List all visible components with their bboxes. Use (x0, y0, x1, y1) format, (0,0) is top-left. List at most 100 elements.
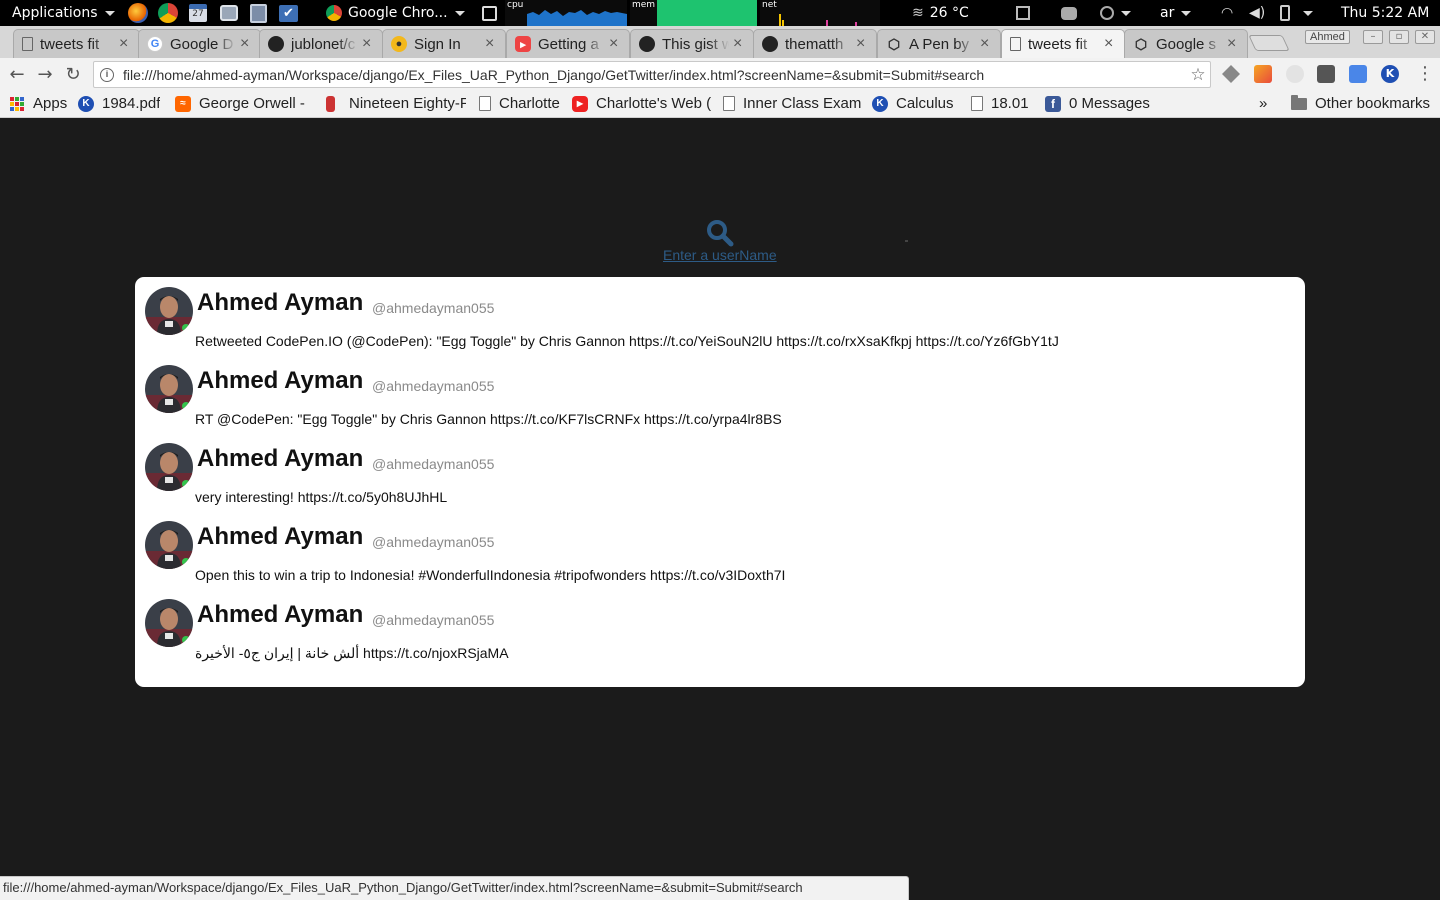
extension-diamond-icon[interactable] (1222, 65, 1240, 83)
forward-button[interactable]: → (34, 63, 56, 85)
puzzle-icon (1061, 6, 1077, 20)
bookmark-label: Charlotte's Web ( (596, 95, 712, 112)
page-icon (22, 37, 33, 51)
calendar-icon: 27 (189, 4, 207, 22)
bookmark-label: 1984.pdf (102, 95, 161, 112)
reload-button[interactable]: ↻ (62, 63, 84, 85)
document-icon (723, 96, 735, 111)
bookmark-18-01[interactable]: 18.01 (971, 90, 1029, 117)
bookmark-label: Nineteen Eighty-F (349, 95, 466, 112)
disk-launcher[interactable] (250, 0, 267, 26)
tab-thematth[interactable]: thematth × (753, 29, 877, 58)
bookmark-inner-class[interactable]: Inner Class Examp (723, 90, 861, 117)
folder-icon (1291, 94, 1307, 110)
close-icon[interactable]: × (240, 36, 252, 52)
applications-menu[interactable]: Applications (12, 0, 115, 26)
new-tab-button[interactable] (1248, 35, 1290, 51)
extension-orange-icon[interactable] (1254, 65, 1272, 83)
back-button[interactable]: ← (6, 63, 28, 85)
tweet-author-name: Ahmed Ayman (197, 523, 364, 550)
double-chevron-icon: » (1259, 95, 1268, 112)
system-monitor-button[interactable] (482, 0, 497, 26)
tab-tweets-fit-active[interactable]: tweets fit × (1001, 29, 1125, 58)
tweet-author-name: Ahmed Ayman (197, 367, 364, 394)
maximize-button[interactable]: ▫ (1389, 30, 1409, 44)
battery-indicator[interactable] (1280, 0, 1313, 26)
tweet-author-handle: @ahmedayman055 (372, 378, 495, 394)
search-icon-graphic (707, 220, 734, 247)
todo-launcher[interactable]: ✔ (279, 0, 298, 26)
tab-sign-in[interactable]: ● Sign In × (382, 29, 506, 58)
tab-a-pen-by[interactable]: ⬡ A Pen by × (877, 29, 1001, 58)
presence-menu[interactable] (1100, 0, 1131, 26)
disk-icon (250, 3, 267, 23)
tab-getting-a[interactable]: ▸ Getting a × (506, 29, 630, 58)
clock[interactable]: Thu 5:22 AM (1341, 0, 1429, 26)
extension-dark-icon[interactable] (1317, 65, 1335, 83)
tab-tweets-fit-1[interactable]: tweets fit × (13, 29, 140, 58)
chrome-launcher[interactable] (158, 0, 178, 26)
bookmark-star-icon[interactable]: ☆ (1186, 65, 1210, 85)
avatar[interactable] (145, 365, 193, 413)
chrome-menu-icon[interactable]: ⋮ (1416, 64, 1434, 84)
extension-gray-icon[interactable] (1286, 65, 1304, 83)
window-list-button[interactable]: Google Chro... (326, 0, 465, 26)
tab-jublonet[interactable]: jublonet/c × (259, 29, 383, 58)
chrome-icon (326, 5, 342, 21)
enter-username-link[interactable]: Enter a userName (663, 247, 777, 263)
close-icon[interactable]: × (609, 36, 621, 52)
avatar[interactable] (145, 443, 193, 491)
bookmark-george-orwell[interactable]: ≈ George Orwell - (175, 90, 305, 117)
close-icon[interactable]: × (119, 36, 131, 52)
close-icon[interactable]: × (1104, 36, 1116, 52)
tab-this-gist[interactable]: This gist w × (630, 29, 754, 58)
firefox-launcher[interactable] (128, 0, 148, 26)
profile-button[interactable]: Ahmed (1305, 30, 1350, 44)
arrow-right-icon: → (37, 63, 53, 85)
keyboard-layout-menu[interactable]: ar (1160, 0, 1192, 26)
bookmarks-overflow-button[interactable]: » (1259, 90, 1267, 117)
bookmark-nineteen-eighty[interactable]: Nineteen Eighty-F (326, 90, 466, 117)
workspace-indicator[interactable] (1016, 0, 1030, 26)
bookmark-apps[interactable]: Apps (10, 90, 67, 117)
extensions-indicator[interactable] (1061, 0, 1077, 26)
other-bookmarks-folder[interactable]: Other bookmarks (1291, 90, 1430, 117)
close-icon[interactable]: × (362, 36, 374, 52)
tab-title: Google D (170, 35, 234, 53)
volume-indicator[interactable]: ◀) (1249, 0, 1265, 26)
wifi-indicator[interactable]: ◠ (1221, 0, 1233, 26)
document-icon (971, 96, 983, 111)
bookmark-messages[interactable]: f 0 Messages (1045, 90, 1150, 117)
bookmark-charlotte[interactable]: Charlotte (479, 90, 560, 117)
info-icon[interactable]: i (100, 67, 114, 82)
address-bar[interactable]: i file:///home/ahmed-ayman/Workspace/dja… (93, 61, 1211, 88)
close-window-button[interactable]: ✕ (1415, 30, 1435, 44)
tab-google-docs[interactable]: G Google D × (138, 29, 261, 58)
translate-icon[interactable] (1349, 65, 1367, 83)
close-icon[interactable]: × (980, 36, 992, 52)
close-icon[interactable]: × (856, 36, 868, 52)
calendar-launcher[interactable]: 27 (189, 0, 207, 26)
tab-google-s[interactable]: ⬡ Google s × (1124, 29, 1248, 58)
apps-grid-icon (10, 96, 24, 111)
screenshot-launcher[interactable] (220, 0, 238, 26)
avatar[interactable] (145, 287, 193, 335)
bookmark-charlottes-web[interactable]: ▶ Charlotte's Web ( (572, 90, 711, 117)
url-text[interactable]: file:///home/ahmed-ayman/Workspace/djang… (123, 67, 1186, 83)
workspace-icon (1016, 6, 1030, 20)
tweet-author-name: Ahmed Ayman (197, 289, 364, 316)
reload-icon: ↻ (65, 63, 81, 85)
close-icon[interactable]: × (485, 36, 497, 52)
k-extension-icon[interactable]: K (1381, 65, 1399, 83)
bookmark-calculus[interactable]: K Calculus (872, 90, 954, 117)
avatar[interactable] (145, 599, 193, 647)
bookmark-1984-pdf[interactable]: K 1984.pdf (78, 90, 160, 117)
close-icon[interactable]: × (733, 36, 745, 52)
weather-indicator[interactable]: ≋ 26 °C (912, 0, 969, 26)
minimize-button[interactable]: – (1363, 30, 1383, 44)
tweet-text: ألش خانة | إيران ج٥- الأخيرة https://t.c… (195, 645, 509, 661)
search-icon[interactable] (705, 219, 735, 247)
avatar[interactable] (145, 521, 193, 569)
close-icon[interactable]: × (1227, 36, 1239, 52)
cpu-graph: cpu (505, 0, 627, 26)
